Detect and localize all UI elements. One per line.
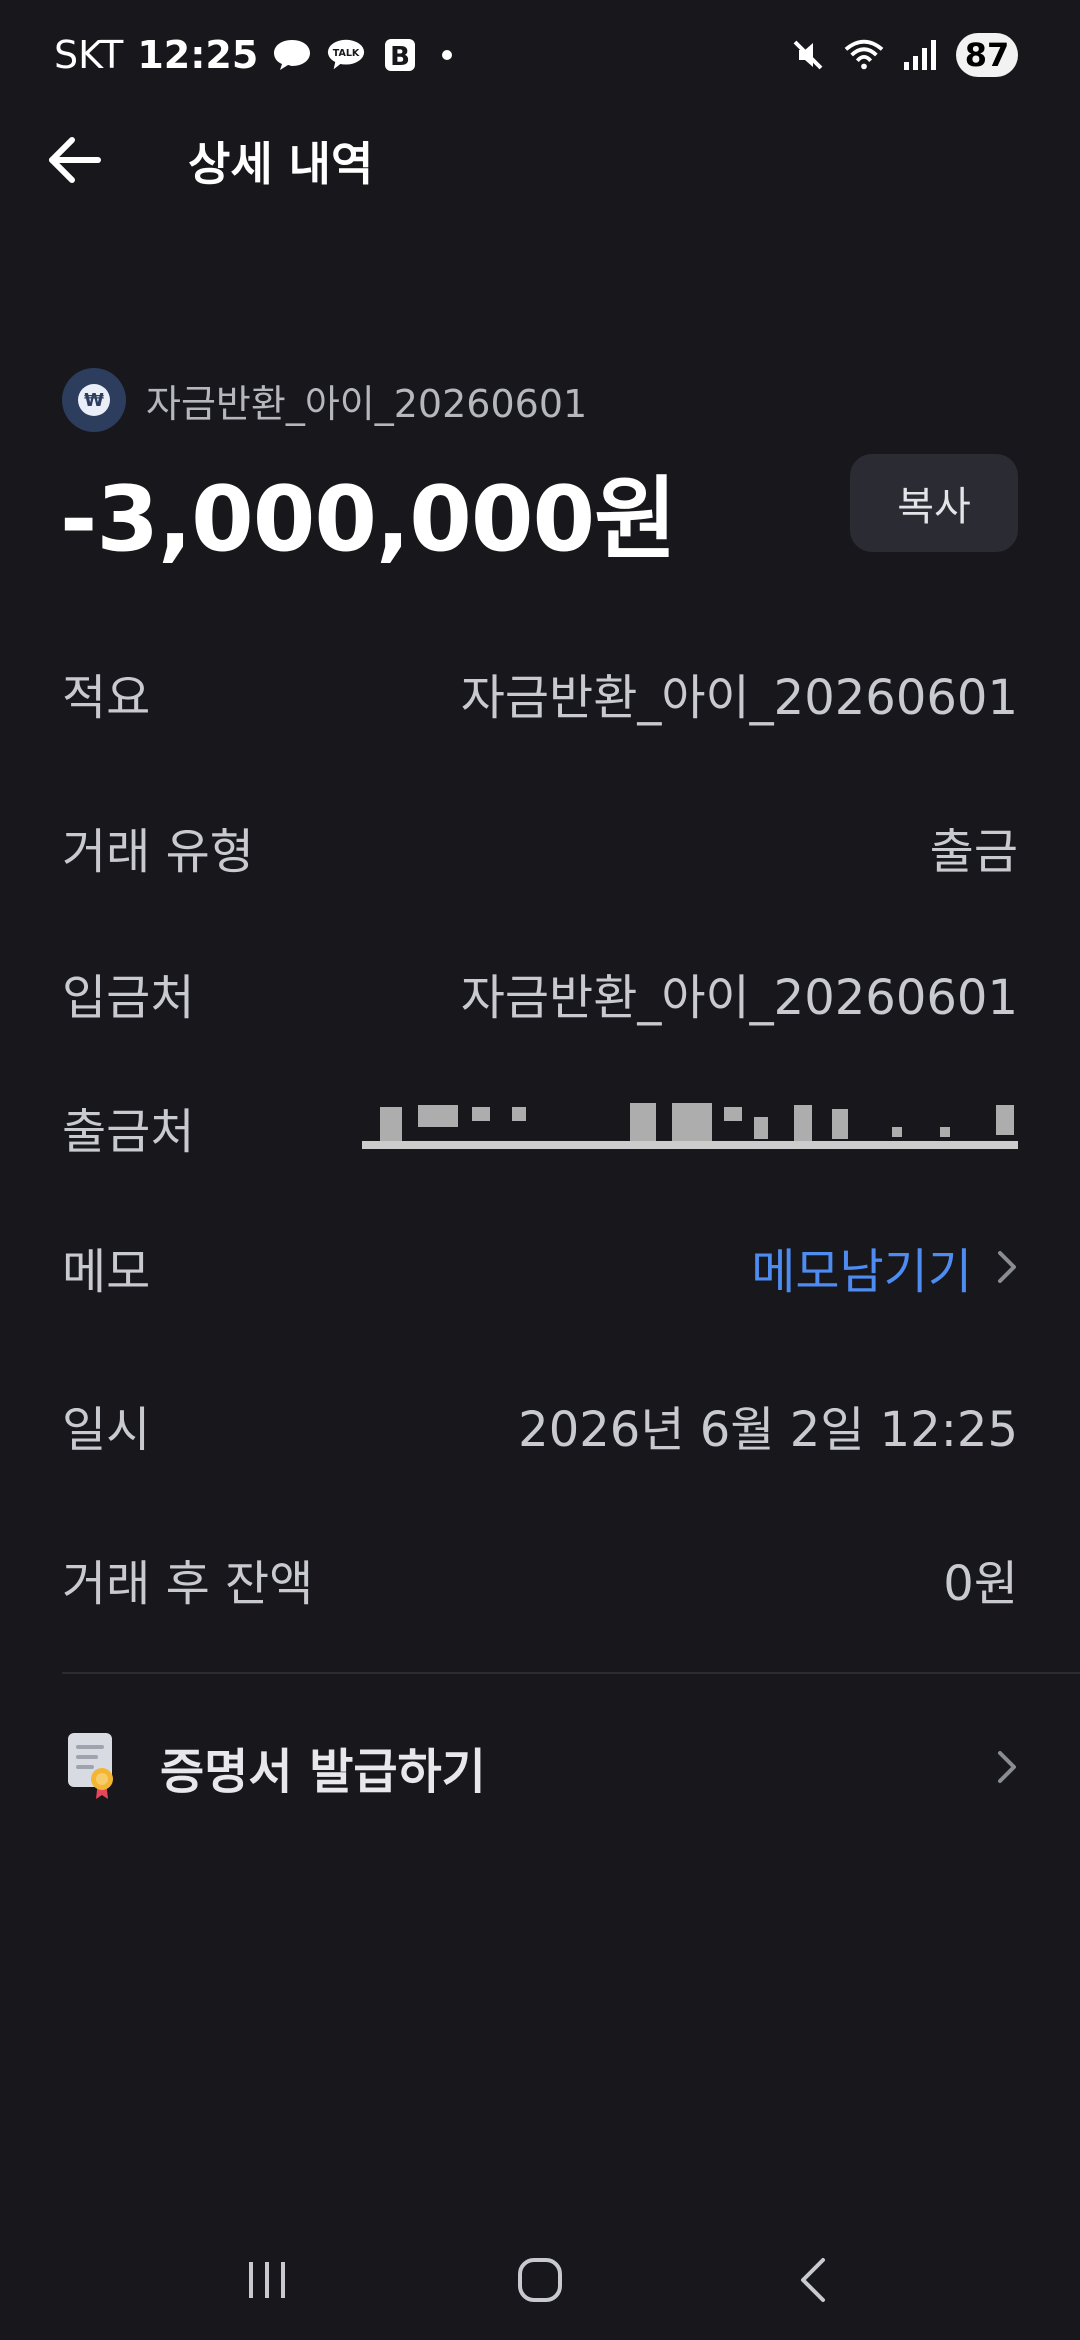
battery-indicator: 87 [956,33,1018,77]
certificate-icon [62,1731,126,1803]
add-memo-button[interactable]: 메모남기기 [751,1232,1018,1302]
row-label: 메모 [62,1244,151,1300]
home-button[interactable] [500,2240,580,2320]
transaction-amount: -3,000,000원 [60,467,677,572]
row-value: 자금반환_아이_20260601 [460,970,1018,1026]
home-icon [517,2258,562,2302]
copy-button[interactable]: 복사 [850,454,1018,552]
detail-row-datetime: 일시 2026년 6월 2일 12:25 [62,1380,1018,1470]
notification-dot-icon [442,50,453,60]
carrier-label: SKT [54,33,124,77]
recent-apps-icon [248,2262,285,2298]
svg-text:TALK: TALK [333,48,360,59]
row-label: 출금처 [62,1104,195,1160]
signal-icon [900,35,940,75]
row-label: 입금처 [62,970,195,1026]
recent-apps-button[interactable] [227,2240,307,2320]
back-button[interactable] [44,130,104,190]
arrow-left-icon [49,137,101,183]
row-label: 거래 유형 [62,824,254,880]
row-value: 2026년 6월 2일 12:25 [518,1402,1018,1458]
system-back-button[interactable] [773,2240,853,2320]
detail-row-balance-after: 거래 후 잔액 0원 [62,1534,1018,1624]
summary-header: ₩ 자금반환_아이_20260601 [62,368,587,432]
issue-certificate-button[interactable]: 증명서 발급하기 [62,1722,1018,1812]
detail-row-description: 적요 자금반환_아이_20260601 [62,648,1018,738]
bank-logo-icon: ₩ [62,368,126,432]
divider [62,1672,1080,1674]
row-label: 일시 [62,1402,151,1458]
detail-row-memo: 메모 메모남기기 [62,1222,1018,1312]
row-label: 적요 [62,670,151,726]
add-memo-label: 메모남기기 [751,1244,972,1300]
detail-row-source-account: 출금처 [62,1082,1018,1172]
redacted-account-value [362,1097,1018,1157]
status-bar: SKT 12:25 TALK B 87 [0,0,1080,110]
system-navigation-bar [0,2220,1080,2340]
chevron-right-icon [998,1251,1016,1283]
wifi-icon [844,35,884,75]
row-value: 0원 [943,1556,1018,1612]
transaction-detail-screen: SKT 12:25 TALK B 87 상세 내역 ₩ 자금반환_아이_2026… [0,0,1080,2340]
b-app-icon: B [380,35,420,75]
detail-row-recipient: 입금처 자금반환_아이_20260601 [62,948,1018,1038]
chat-bubble-icon [272,35,312,75]
summary-name: 자금반환_아이_20260601 [146,381,588,426]
time-label: 12:25 [137,33,259,77]
row-label: 거래 후 잔액 [62,1556,314,1612]
page-title: 상세 내역 [188,137,374,191]
row-value: 출금 [929,824,1018,880]
detail-row-transaction-type: 거래 유형 출금 [62,802,1018,892]
mute-icon [788,35,828,75]
header: 상세 내역 [0,110,1080,210]
talk-icon: TALK [326,35,366,75]
chevron-right-icon [998,1751,1016,1783]
svg-text:B: B [390,42,410,72]
row-value: 자금반환_아이_20260601 [460,670,1018,726]
chevron-left-icon [801,2258,826,2302]
certificate-label: 증명서 발급하기 [160,1744,486,1800]
